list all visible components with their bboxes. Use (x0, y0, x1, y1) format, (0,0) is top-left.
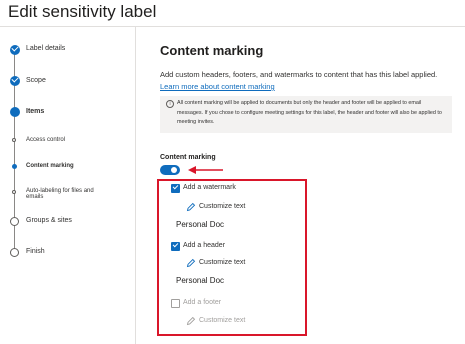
info-icon: i (166, 100, 174, 108)
step-pending-circle-icon (10, 217, 19, 226)
watermark-preview-text: Personal Doc (176, 220, 225, 229)
step-completed-check-icon (10, 75, 20, 86)
header-checkbox-label[interactable]: Add a header (183, 242, 225, 249)
footer-checkbox[interactable] (171, 299, 180, 308)
content-marking-label: Content marking (160, 154, 216, 161)
pencil-icon (186, 202, 196, 212)
step-pending-circle-icon (10, 248, 19, 257)
watermark-checkbox[interactable] (171, 183, 180, 193)
step-items[interactable]: Items (26, 108, 44, 115)
step-access-control[interactable]: Access control (26, 137, 65, 143)
step-finish[interactable]: Finish (26, 248, 45, 255)
watermark-customize-text-button[interactable]: Customize text (199, 203, 245, 210)
page-title: Edit sensitivity label (8, 2, 157, 21)
substep-dot-icon (12, 138, 16, 142)
section-heading: Content marking (160, 43, 264, 58)
step-groups-sites[interactable]: Groups & sites (26, 217, 72, 224)
step-content-marking[interactable]: Content marking (26, 163, 74, 169)
section-description: Add custom headers, footers, and waterma… (160, 69, 450, 93)
step-completed-check-icon (10, 44, 20, 55)
header-checkbox[interactable] (171, 241, 180, 251)
pencil-icon (186, 258, 196, 268)
info-text: All content marking will be applied to d… (177, 100, 442, 125)
description-text: Add custom headers, footers, and waterma… (160, 70, 438, 79)
step-auto-labeling[interactable]: Auto-labeling for files and emails (26, 188, 94, 200)
title-divider (0, 26, 465, 27)
step-scope[interactable]: Scope (26, 77, 46, 84)
info-banner: i All content marking will be applied to… (160, 96, 452, 133)
substep-current-dot-icon (12, 164, 17, 169)
step-auto-labeling-line2: emails (26, 194, 44, 200)
substep-dot-icon (12, 190, 16, 194)
header-preview-text: Personal Doc (176, 276, 225, 285)
watermark-checkbox-label[interactable]: Add a watermark (183, 184, 236, 191)
step-label-details[interactable]: Label details (26, 45, 65, 52)
header-customize-text-button[interactable]: Customize text (199, 259, 245, 266)
footer-customize-text-button: Customize text (199, 317, 246, 324)
footer-checkbox-label[interactable]: Add a footer (183, 299, 221, 306)
toggle-knob (171, 167, 177, 173)
content-marking-toggle[interactable] (160, 165, 180, 175)
nav-divider (135, 27, 136, 344)
step-current-dot-icon (10, 107, 20, 117)
learn-more-link[interactable]: Learn more about content marking (160, 82, 275, 91)
pencil-icon (186, 316, 196, 326)
annotation-arrow-icon (188, 166, 223, 174)
